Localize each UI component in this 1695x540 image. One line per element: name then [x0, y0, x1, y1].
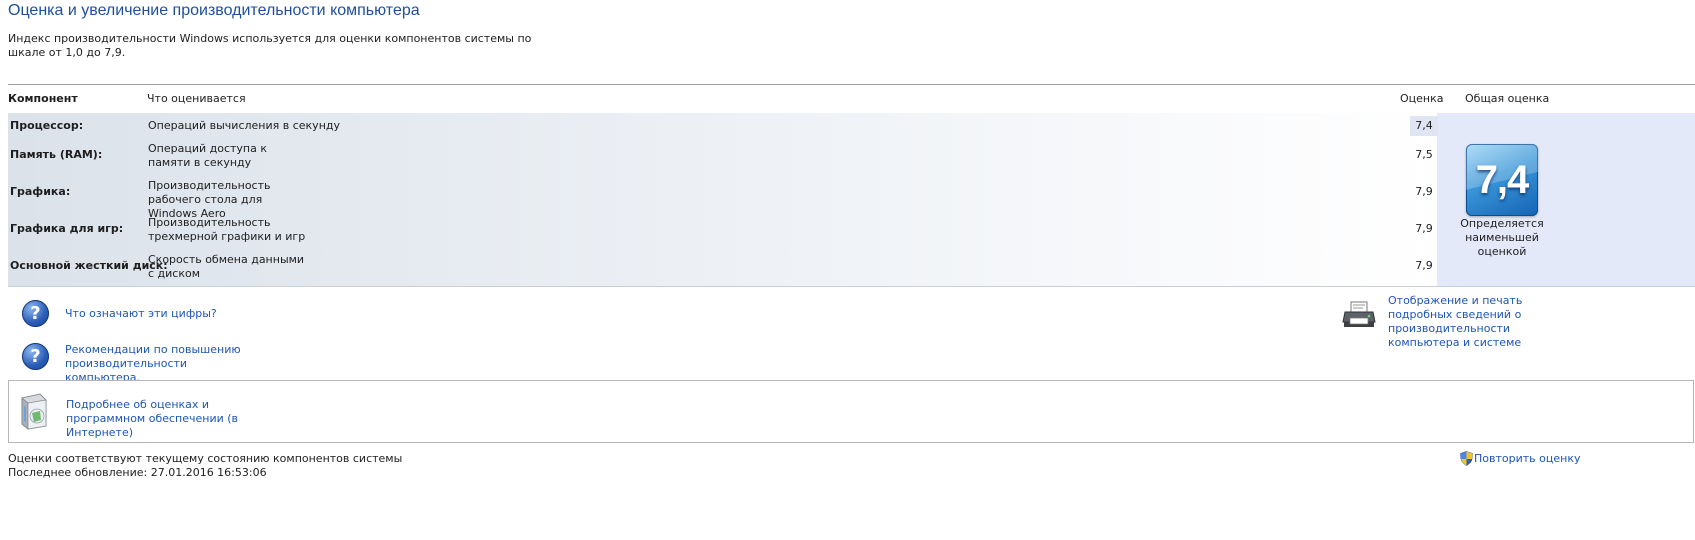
software-box-icon[interactable]: [16, 392, 48, 430]
print-details-link[interactable]: Отображение и печать подробных сведений …: [1388, 294, 1568, 350]
recommendations-link[interactable]: Рекомендации по повышению производительн…: [65, 343, 265, 385]
printer-icon[interactable]: [1342, 300, 1376, 330]
status-line-1: Оценки соответствуют текущему состоянию …: [8, 452, 403, 465]
page-description: Индекс производительности Windows исполь…: [8, 32, 532, 59]
overall-score-value: 7,4: [1475, 157, 1530, 202]
row-memory-what: Операций доступа к памяти в секунду: [148, 142, 267, 169]
row-memory-label: Память (RAM):: [10, 148, 103, 161]
header-what: Что оценивается: [147, 92, 246, 105]
row-processor-score: 7,4: [1410, 116, 1438, 136]
row-disk-what: Скорость обмена данными с диском: [148, 253, 305, 280]
header-score: Оценка: [1400, 92, 1444, 105]
row-processor-what: Операций вычисления в секунду: [148, 119, 340, 132]
status-last-updated: Последнее обновление: 27.01.2016 16:53:0…: [8, 466, 267, 479]
rerun-assessment-button[interactable]: Повторить оценку: [1460, 451, 1580, 466]
overall-score-note: Определяется наименьшей оценкой: [1460, 217, 1544, 258]
row-processor-label: Процессор:: [10, 119, 84, 132]
row-gaming-graphics-label: Графика для игр:: [10, 222, 124, 235]
row-graphics-label: Графика:: [10, 185, 71, 198]
page-title: Оценка и увеличение производительности к…: [8, 2, 420, 19]
header-component: Компонент: [8, 92, 78, 105]
row-gaming-graphics-what: Производительность трехмерной графики и …: [148, 216, 306, 243]
overall-score-badge: 7,4: [1466, 144, 1538, 216]
row-memory-score: 7,5: [1415, 148, 1433, 161]
row-gaming-graphics-score: 7,9: [1415, 222, 1433, 235]
question-mark-icon[interactable]: ?: [22, 343, 49, 370]
uac-shield-icon: [1460, 451, 1473, 466]
question-mark-icon[interactable]: ?: [22, 300, 49, 327]
divider: [8, 286, 1695, 287]
header-overall: Общая оценка: [1465, 92, 1550, 105]
what-numbers-mean-link[interactable]: Что означают эти цифры?: [65, 307, 217, 321]
row-disk-score: 7,9: [1415, 259, 1433, 272]
rerun-assessment-label[interactable]: Повторить оценку: [1474, 452, 1580, 466]
row-disk-label: Основной жесткий диск:: [10, 259, 168, 272]
row-graphics-what: Производительность рабочего стола для Wi…: [148, 179, 271, 220]
more-info-link[interactable]: Подробнее об оценках и программном обесп…: [66, 398, 286, 440]
status-text: Оценки соответствуют текущему состоянию …: [8, 452, 402, 480]
divider: [8, 84, 1695, 85]
row-graphics-score: 7,9: [1415, 185, 1433, 198]
